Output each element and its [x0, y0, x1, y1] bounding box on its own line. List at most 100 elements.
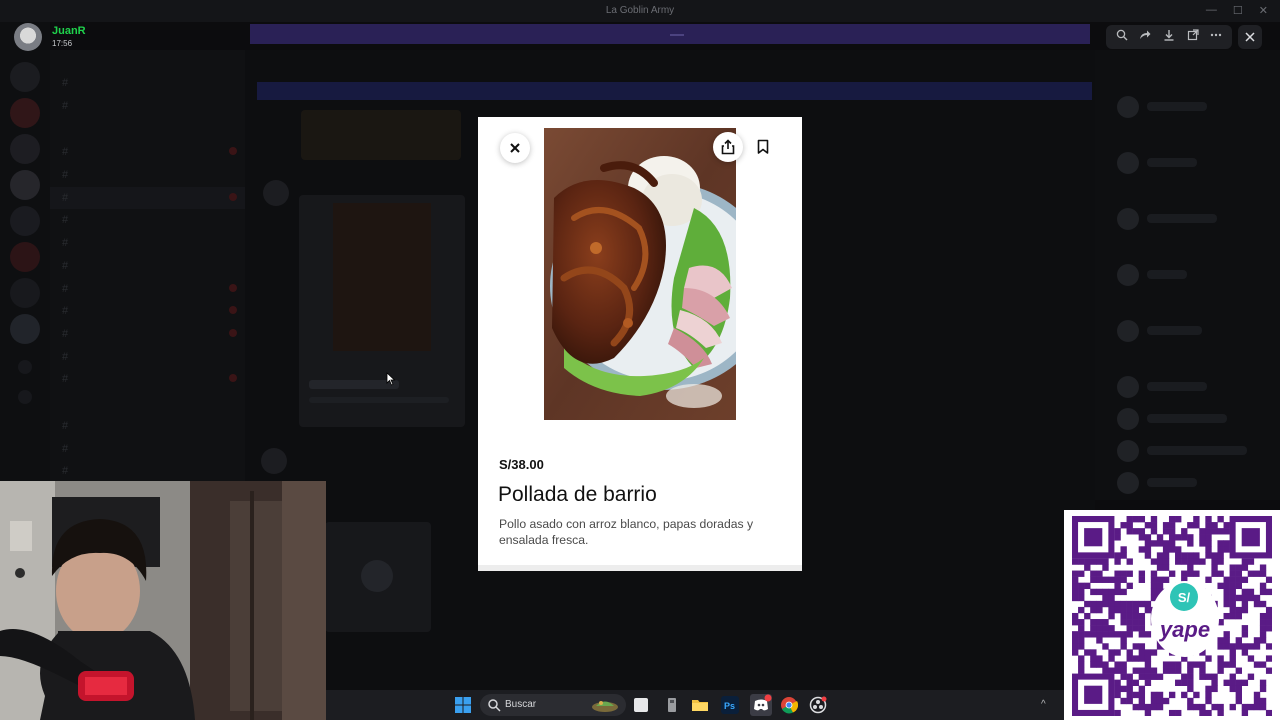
member-item[interactable]: [1117, 376, 1262, 402]
webcam-feed: [0, 481, 326, 720]
tray-chevron-icon[interactable]: ^: [1041, 699, 1046, 710]
channel-item[interactable]: #: [50, 232, 245, 255]
channel-category[interactable]: [50, 117, 245, 141]
maximize-icon[interactable]: ☐: [1233, 4, 1243, 17]
channel-item[interactable]: #: [50, 72, 245, 95]
obs-icon[interactable]: [809, 696, 827, 714]
window-close-icon[interactable]: ✕: [1259, 4, 1268, 17]
forward-icon[interactable]: [1136, 28, 1154, 46]
server-icon[interactable]: [10, 206, 40, 236]
member-item[interactable]: [1117, 152, 1262, 178]
channel-item[interactable]: #: [50, 368, 245, 391]
avatar[interactable]: [263, 180, 289, 206]
member-item[interactable]: [1117, 440, 1262, 466]
dish-photo: [544, 128, 736, 420]
server-bar: [0, 22, 50, 492]
avatar: [14, 23, 42, 51]
channel-item[interactable]: #: [50, 438, 245, 461]
channel-item[interactable]: #: [50, 95, 245, 118]
minimize-icon[interactable]: —: [1206, 4, 1217, 17]
channel-item[interactable]: #: [50, 323, 245, 346]
search-highlight-icon: [592, 701, 618, 712]
channel-list: # # # # # # # # # # # # # # # #: [50, 50, 245, 490]
avatar[interactable]: [261, 448, 287, 474]
share-button[interactable]: [713, 132, 743, 162]
dish-price: S/38.00: [499, 457, 544, 472]
task-view-icon[interactable]: [634, 698, 648, 712]
channel-item[interactable]: #: [50, 186, 245, 210]
notice-button[interactable]: [670, 34, 684, 36]
dish-title: Pollada de barrio: [498, 483, 657, 506]
embed-text: [309, 397, 449, 403]
username: JuanR: [52, 25, 86, 37]
taskbar-search[interactable]: Buscar: [480, 694, 626, 716]
member-item[interactable]: [1117, 208, 1262, 234]
server-icon[interactable]: [10, 314, 40, 344]
file-explorer-icon[interactable]: [691, 696, 709, 714]
screen: La Goblin Army — ☐ ✕ # # # # # # # # # #…: [0, 0, 1280, 720]
discover-icon[interactable]: [18, 390, 32, 404]
member-item[interactable]: [1117, 96, 1262, 122]
discord-icon[interactable]: [750, 694, 772, 716]
member-item[interactable]: [1117, 472, 1262, 498]
svg-text:Ps: Ps: [724, 701, 735, 711]
window-controls: — ☐ ✕: [1206, 4, 1268, 17]
modal-close-button[interactable]: [500, 133, 530, 163]
add-server-icon[interactable]: [18, 360, 32, 374]
channel-item[interactable]: #: [50, 300, 245, 323]
photoshop-icon[interactable]: Ps: [721, 696, 739, 714]
close-icon: [1245, 32, 1255, 42]
chrome-icon[interactable]: [780, 696, 799, 714]
channel-item[interactable]: #: [50, 346, 245, 369]
windows-start-icon[interactable]: [454, 696, 472, 714]
notice-bar: [250, 24, 1090, 44]
channel-item[interactable]: #: [50, 141, 245, 164]
server-icon[interactable]: [10, 62, 40, 92]
search-icon: [488, 699, 501, 712]
channel-category[interactable]: [50, 391, 245, 415]
share-icon: [721, 139, 735, 155]
yape-badge-text: S/: [1178, 590, 1191, 605]
more-icon[interactable]: [1207, 28, 1225, 46]
channel-item[interactable]: #: [50, 255, 245, 278]
video-embed[interactable]: [325, 522, 431, 632]
channel-item[interactable]: #: [50, 164, 245, 187]
server-icon[interactable]: [10, 170, 40, 200]
channel-item[interactable]: #: [50, 415, 245, 438]
viewer-toolbar: [1106, 25, 1232, 49]
member-list: [1095, 50, 1280, 500]
viewer-close-button[interactable]: [1238, 25, 1262, 49]
server-icon[interactable]: [10, 134, 40, 164]
embed-image: [333, 203, 431, 351]
channel-item[interactable]: #: [50, 278, 245, 301]
window-title: La Goblin Army: [605, 5, 675, 16]
guild-header[interactable]: [50, 50, 245, 72]
channel-item[interactable]: #: [50, 460, 245, 483]
zoom-icon[interactable]: [1113, 28, 1131, 46]
app-icon[interactable]: [663, 696, 681, 714]
timestamp: 17:56: [52, 39, 73, 48]
chat-header: [245, 50, 1095, 74]
dish-description: Pollo asado con arroz blanco, papas dora…: [499, 517, 754, 547]
yape-brand-text: yape: [1159, 617, 1210, 642]
server-icon[interactable]: [10, 278, 40, 308]
member-item[interactable]: [1117, 408, 1262, 434]
download-icon[interactable]: [1160, 28, 1178, 46]
play-icon[interactable]: [361, 560, 393, 592]
dish-modal: S/38.00 Pollada de barrio Pollo asado co…: [478, 117, 802, 571]
member-item[interactable]: [1117, 264, 1262, 290]
member-item[interactable]: [1117, 320, 1262, 346]
server-icon[interactable]: [10, 98, 40, 128]
chat-banner: [257, 82, 1092, 100]
embed-card[interactable]: [299, 195, 465, 427]
server-icon[interactable]: [10, 242, 40, 272]
save-button[interactable]: [748, 132, 778, 162]
channel-item[interactable]: #: [50, 209, 245, 232]
mouse-cursor-icon: [386, 372, 396, 391]
message-image[interactable]: [301, 110, 461, 160]
yape-logo: S/ yape: [1142, 571, 1219, 657]
search-label: Buscar: [505, 699, 537, 710]
close-icon: [510, 143, 520, 153]
open-external-icon[interactable]: [1184, 28, 1202, 46]
taskbar: Buscar Ps ^: [326, 690, 1064, 720]
